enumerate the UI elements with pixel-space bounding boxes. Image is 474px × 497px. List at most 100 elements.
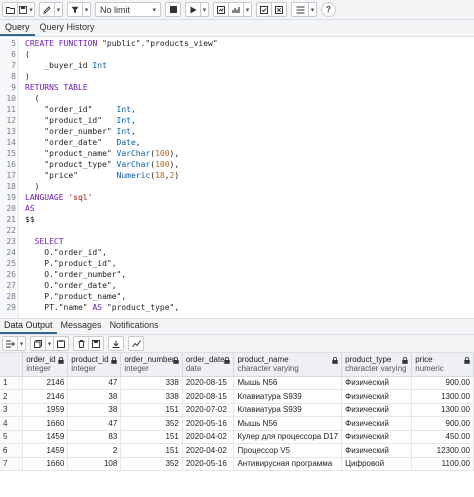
table-cell[interactable]: 2146 (22, 389, 69, 404)
sql-editor[interactable]: 5 CREATE FUNCTION "public"."products_view… (0, 38, 474, 318)
tab-notifications[interactable]: Notifications (106, 318, 163, 334)
column-header-order-id[interactable]: order_id integer (22, 353, 69, 377)
column-header-product-name[interactable]: product_name character varying (233, 353, 343, 377)
table-cell[interactable]: 2020-05-16 (182, 416, 235, 431)
table-cell[interactable]: Клавиатура S939 (233, 389, 343, 404)
table-cell[interactable]: 338 (120, 389, 183, 404)
table-row[interactable]: 5 1459 83 151 2020-04-02 Кулер для процессора… (0, 430, 474, 444)
table-cell[interactable]: Процессор V5 (233, 443, 343, 458)
add-row-icon[interactable] (2, 336, 18, 351)
table-cell[interactable]: 1660 (22, 457, 69, 471)
rollback-icon[interactable] (271, 2, 287, 17)
table-cell[interactable]: 450.00 (411, 430, 474, 444)
row-number-header[interactable] (0, 353, 24, 377)
table-cell[interactable]: 1300.00 (411, 403, 474, 417)
limit-select[interactable]: No limit ▾ (95, 2, 161, 17)
table-cell[interactable]: 2020-05-16 (182, 457, 235, 471)
explain-icon[interactable] (213, 2, 229, 17)
table-row[interactable]: 2 2146 38 338 2020-08-15 Клавиатура S939 Физич… (0, 389, 474, 404)
save-icon[interactable]: ▾ (17, 2, 35, 17)
table-cell[interactable]: 151 (120, 443, 183, 458)
stop-icon[interactable] (165, 2, 181, 17)
table-cell[interactable]: 47 (67, 376, 122, 390)
table-row[interactable]: 6 1459 2 151 2020-04-02 Процессор V5 Физически… (0, 443, 474, 458)
table-cell[interactable]: Физический (341, 416, 413, 431)
table-cell[interactable]: Физический (341, 443, 413, 458)
tab-query[interactable]: Query (0, 20, 35, 36)
row-number[interactable]: 2 (0, 389, 24, 404)
column-header-order-date[interactable]: order_date date (182, 353, 235, 377)
table-cell[interactable]: Цифровой (341, 457, 413, 471)
table-cell[interactable]: 1100.00 (411, 457, 474, 471)
row-number[interactable]: 4 (0, 416, 24, 431)
add-row-chevron-icon[interactable]: ▾ (17, 336, 26, 351)
download-icon[interactable] (108, 336, 124, 351)
table-cell[interactable]: Физический (341, 430, 413, 444)
table-cell[interactable]: 2 (67, 443, 122, 458)
execute-icon[interactable] (185, 2, 201, 17)
table-cell[interactable]: 47 (67, 416, 122, 431)
table-cell[interactable]: 1660 (22, 416, 69, 431)
filter-dropdown-chevron-icon[interactable]: ▾ (82, 2, 91, 17)
table-cell[interactable]: 1959 (22, 403, 69, 417)
explain-dropdown-chevron-icon[interactable]: ▾ (243, 2, 252, 17)
table-cell[interactable]: 1300.00 (411, 389, 474, 404)
table-cell[interactable]: 352 (120, 457, 183, 471)
table-cell[interactable]: 352 (120, 416, 183, 431)
table-cell[interactable]: 900.00 (411, 416, 474, 431)
column-header-order-number[interactable]: order_number integer (120, 353, 183, 377)
table-cell[interactable]: 1459 (22, 443, 69, 458)
help-icon[interactable]: ? (321, 2, 336, 17)
table-row[interactable]: 7 1660 108 352 2020-05-16 Антивирусная програ… (0, 457, 474, 471)
table-cell[interactable]: Физический (341, 376, 413, 390)
edit-icon[interactable] (39, 2, 55, 17)
table-cell[interactable]: 38 (67, 403, 122, 417)
column-header-product-type[interactable]: product_type character varying (341, 353, 413, 377)
table-cell[interactable]: 12300.00 (411, 443, 474, 458)
table-cell[interactable]: 1459 (22, 430, 69, 444)
table-row[interactable]: 3 1959 38 151 2020-07-02 Клавиатура S939 Физич… (0, 403, 474, 417)
table-cell[interactable]: 83 (67, 430, 122, 444)
row-number[interactable]: 6 (0, 443, 24, 458)
column-header-product-id[interactable]: product_id integer (67, 353, 122, 377)
table-cell[interactable]: Физический (341, 389, 413, 404)
table-cell[interactable]: 108 (67, 457, 122, 471)
table-cell[interactable]: 38 (67, 389, 122, 404)
table-cell[interactable]: 2020-08-15 (182, 376, 235, 390)
tab-query-history[interactable]: Query History (35, 20, 100, 36)
folder-icon[interactable] (2, 2, 18, 17)
row-number[interactable]: 1 (0, 376, 24, 390)
explain-analyze-icon[interactable] (228, 2, 244, 17)
graph-visualiser-icon[interactable] (128, 336, 144, 351)
table-cell[interactable]: Мышь N56 (233, 416, 343, 431)
save-data-icon[interactable] (88, 336, 104, 351)
table-cell[interactable]: 2020-04-02 (182, 443, 235, 458)
table-row[interactable]: 1 2146 47 338 2020-08-15 Мышь N56 Физический 90… (0, 376, 474, 390)
row-number[interactable]: 5 (0, 430, 24, 444)
results-grid[interactable]: order_id integer product_id integer order_nu… (0, 353, 474, 497)
copy-icon[interactable] (30, 336, 46, 351)
table-row[interactable]: 4 1660 47 352 2020-05-16 Мышь N56 Физический 90… (0, 416, 474, 431)
macros-dropdown-chevron-icon[interactable]: ▾ (308, 2, 317, 17)
edit-dropdown-chevron-icon[interactable]: ▾ (54, 2, 63, 17)
table-cell[interactable]: 2020-07-02 (182, 403, 235, 417)
paste-icon[interactable] (53, 336, 69, 351)
commit-icon[interactable] (256, 2, 272, 17)
row-number[interactable]: 3 (0, 403, 24, 417)
delete-icon[interactable] (73, 336, 89, 351)
table-cell[interactable]: Клавиатура S939 (233, 403, 343, 417)
execute-dropdown-chevron-icon[interactable]: ▾ (200, 2, 209, 17)
macros-icon[interactable] (291, 2, 309, 17)
table-cell[interactable]: 338 (120, 376, 183, 390)
table-cell[interactable]: 2146 (22, 376, 69, 390)
table-cell[interactable]: 2020-04-02 (182, 430, 235, 444)
table-cell[interactable]: 2020-08-15 (182, 389, 235, 404)
table-cell[interactable]: Мышь N56 (233, 376, 343, 390)
table-cell[interactable]: 151 (120, 403, 183, 417)
tab-messages[interactable]: Messages (57, 318, 106, 334)
table-cell[interactable]: Физический (341, 403, 413, 417)
column-header-price[interactable]: price numeric (411, 353, 474, 377)
table-cell[interactable]: Кулер для процессора D17 (233, 430, 343, 444)
filter-icon[interactable] (67, 2, 83, 17)
table-cell[interactable]: 151 (120, 430, 183, 444)
